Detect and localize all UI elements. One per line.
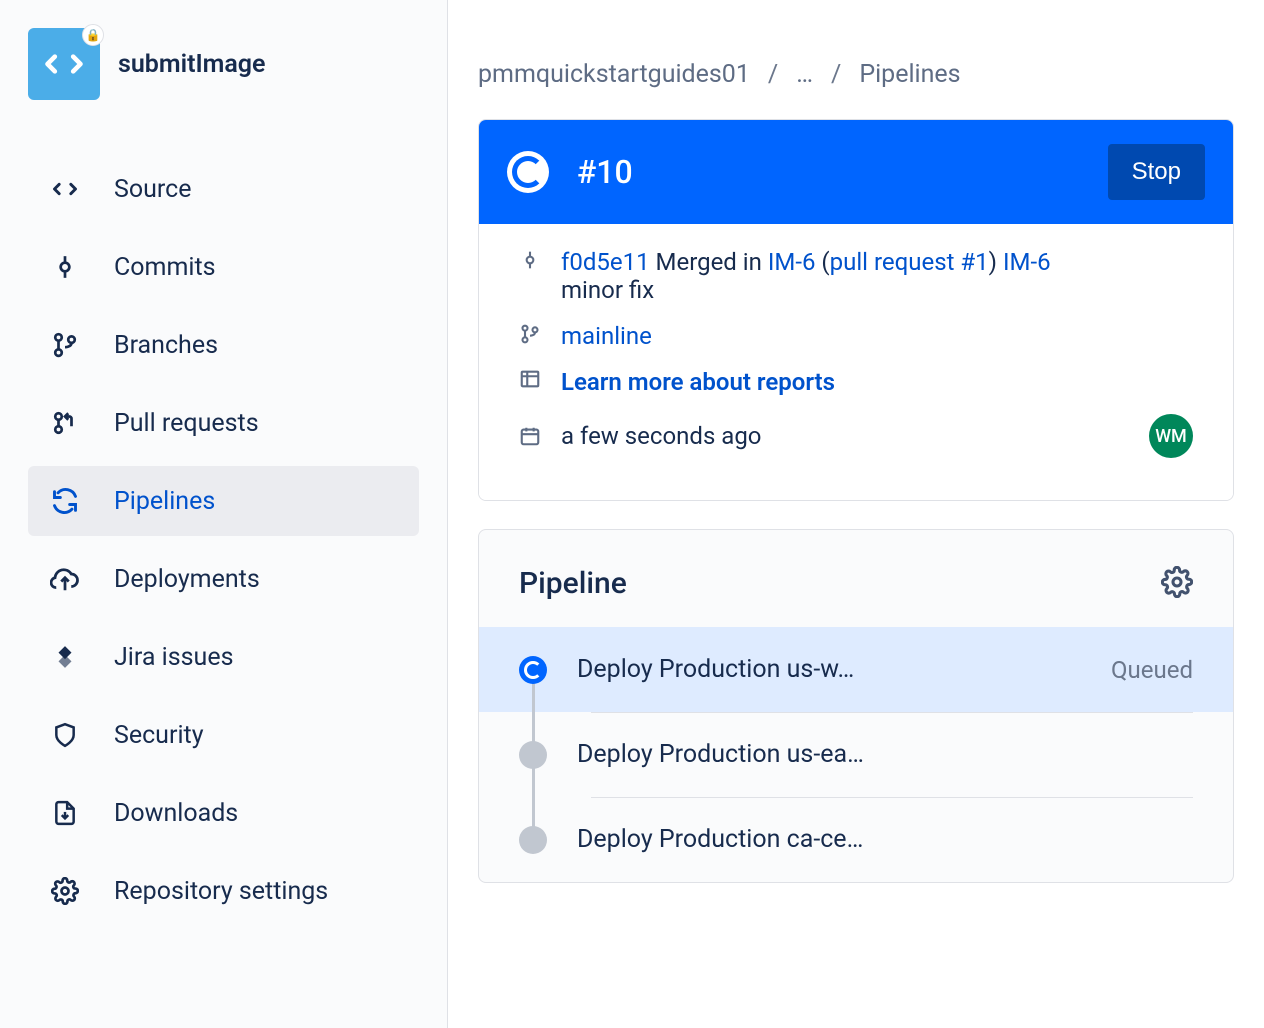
breadcrumb: pmmquickstartguides01 / … / Pipelines (478, 0, 1234, 119)
step-status-running-icon (519, 656, 547, 684)
step-label: Deploy Production ca-ce… (577, 825, 1163, 854)
sidebar-item-security[interactable]: Security (28, 700, 419, 770)
sidebar-item-jira-issues[interactable]: Jira issues (28, 622, 419, 692)
running-status-icon (507, 151, 549, 193)
time-text: a few seconds ago (561, 422, 762, 450)
sidebar-item-label: Commits (114, 253, 216, 282)
reports-link[interactable]: Learn more about reports (561, 368, 835, 396)
sidebar-item-repository-settings[interactable]: Repository settings (28, 856, 419, 926)
steps-list: Deploy Production us-w… Queued Deploy Pr… (479, 627, 1233, 882)
pipeline-body: f0d5e11 Merged in IM-6 (pull request #1)… (479, 224, 1233, 500)
lock-icon: 🔒 (82, 24, 104, 46)
merge-prefix: Merged in (656, 248, 762, 276)
pr-close: ) (989, 248, 997, 276)
code-icon (42, 42, 86, 86)
avatar[interactable]: WM (1149, 414, 1193, 458)
pipeline-step[interactable]: Deploy Production us-w… Queued (479, 627, 1233, 712)
sidebar-item-label: Pull requests (114, 409, 259, 438)
step-label: Deploy Production us-ea… (577, 740, 1163, 769)
breadcrumb-separator: / (768, 60, 778, 89)
shield-icon (50, 720, 80, 750)
cloud-upload-icon (50, 564, 80, 594)
sidebar-item-pipelines[interactable]: Pipelines (28, 466, 419, 536)
breadcrumb-leaf[interactable]: Pipelines (859, 60, 960, 89)
step-status-pending-icon (519, 741, 547, 769)
steps-header: Pipeline (479, 530, 1233, 627)
sidebar-item-label: Branches (114, 331, 218, 360)
stop-button[interactable]: Stop (1108, 144, 1205, 200)
commit-row: f0d5e11 Merged in IM-6 (pull request #1)… (519, 248, 1193, 304)
steps-title: Pipeline (519, 566, 627, 601)
issue-link-1[interactable]: IM-6 (768, 248, 816, 276)
branch-icon (519, 324, 541, 344)
branch-icon (50, 330, 80, 360)
sidebar-item-deployments[interactable]: Deployments (28, 544, 419, 614)
commit-text: f0d5e11 Merged in IM-6 (pull request #1)… (561, 248, 1051, 304)
commit-hash-link[interactable]: f0d5e11 (561, 248, 650, 276)
nav-list: Source Commits Branches Pull requests Pi… (28, 154, 419, 926)
pipeline-number: #10 (577, 153, 1080, 191)
download-icon (50, 798, 80, 828)
pipeline-step[interactable]: Deploy Production ca-ce… (479, 797, 1233, 882)
breadcrumb-mid[interactable]: … (796, 60, 813, 89)
step-label: Deploy Production us-w… (577, 655, 1081, 684)
commit-icon (519, 250, 541, 270)
commit-icon (50, 252, 80, 282)
repo-name[interactable]: submitImage (118, 50, 266, 79)
pull-request-icon (50, 408, 80, 438)
sidebar-item-label: Security (114, 721, 204, 750)
pr-open: ( (821, 248, 829, 276)
sidebar-item-downloads[interactable]: Downloads (28, 778, 419, 848)
repo-icon: 🔒 (28, 28, 100, 100)
branch-link[interactable]: mainline (561, 322, 652, 350)
pipeline-header: #10 Stop (479, 120, 1233, 224)
sidebar-item-label: Source (114, 175, 191, 204)
pipelines-icon (50, 486, 80, 516)
breadcrumb-root[interactable]: pmmquickstartguides01 (478, 60, 750, 89)
repo-header: 🔒 submitImage (28, 28, 419, 100)
gear-icon (50, 876, 80, 906)
pipeline-steps-card: Pipeline Deploy Production us-w… Queued … (478, 529, 1234, 883)
gear-icon (1161, 566, 1193, 598)
sidebar-item-source[interactable]: Source (28, 154, 419, 224)
sidebar-item-label: Downloads (114, 799, 238, 828)
branch-row: mainline (519, 322, 1193, 350)
sidebar-item-pull-requests[interactable]: Pull requests (28, 388, 419, 458)
sidebar-item-label: Jira issues (114, 643, 233, 672)
sidebar-item-label: Pipelines (114, 487, 215, 516)
code-icon (50, 174, 80, 204)
time-row: a few seconds ago WM (519, 414, 1193, 458)
breadcrumb-separator: / (831, 60, 841, 89)
issue-link-2[interactable]: IM-6 (1003, 248, 1051, 276)
pipeline-summary-card: #10 Stop f0d5e11 Merged in IM-6 (pull re… (478, 119, 1234, 501)
sidebar-item-branches[interactable]: Branches (28, 310, 419, 380)
calendar-icon (519, 425, 541, 447)
jira-icon (50, 642, 80, 672)
sidebar: 🔒 submitImage Source Commits Branches Pu… (0, 0, 448, 1028)
step-status-text: Queued (1111, 656, 1193, 684)
reports-row: Learn more about reports (519, 368, 1193, 396)
main: pmmquickstartguides01 / … / Pipelines #1… (448, 0, 1264, 1028)
pull-request-link[interactable]: pull request #1 (830, 248, 989, 276)
sidebar-item-label: Deployments (114, 565, 260, 594)
pipeline-step[interactable]: Deploy Production us-ea… (479, 712, 1233, 797)
sidebar-item-label: Repository settings (114, 877, 328, 906)
step-status-pending-icon (519, 826, 547, 854)
pipeline-settings-button[interactable] (1161, 566, 1193, 601)
report-icon (519, 368, 541, 390)
sidebar-item-commits[interactable]: Commits (28, 232, 419, 302)
commit-message-suffix: minor fix (561, 276, 654, 304)
